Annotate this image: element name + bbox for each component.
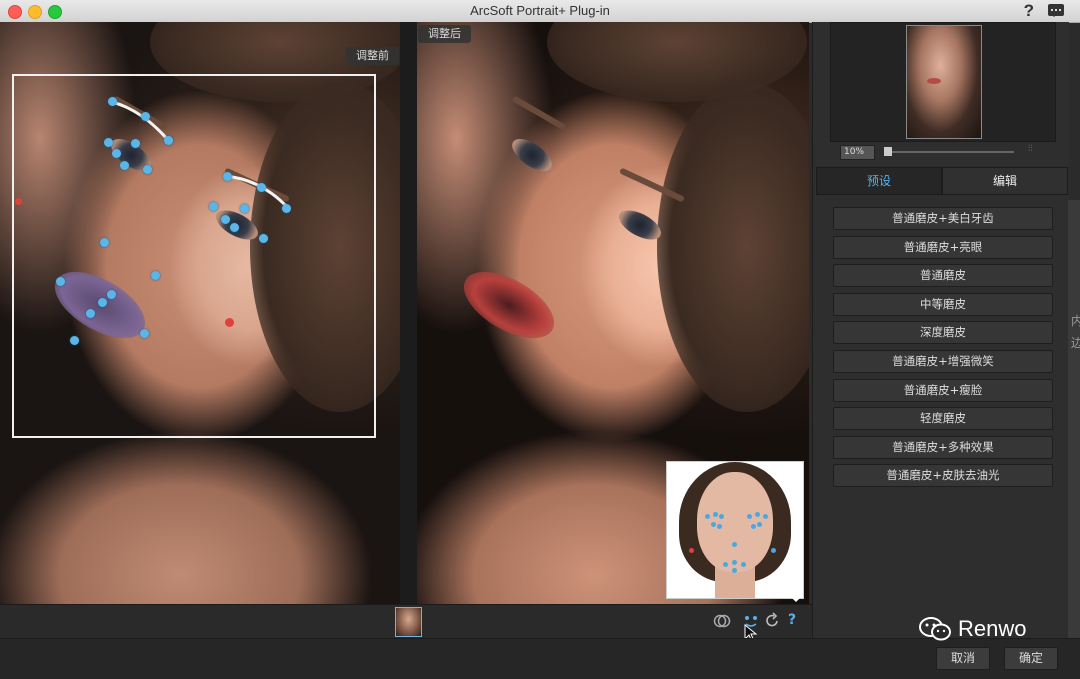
help-button[interactable]: ? [788, 612, 796, 628]
split-divider[interactable] [400, 22, 417, 604]
landmark-point[interactable] [164, 136, 173, 145]
preset-item[interactable]: 普通磨皮+亮眼 [833, 235, 1053, 259]
ok-button[interactable]: 确定 [1004, 647, 1058, 670]
zoom-slider-handle[interactable] [884, 147, 892, 156]
brow-curves [111, 100, 290, 210]
preset-item[interactable]: 普通磨皮+多种效果 [833, 435, 1053, 459]
preset-item[interactable]: 深度磨皮 [833, 321, 1053, 345]
landmark-point[interactable] [140, 329, 149, 338]
landmark-point[interactable] [209, 202, 218, 211]
preset-item[interactable]: 普通磨皮+皮肤去油光 [833, 464, 1053, 488]
title-bar: ArcSoft Portrait+ Plug-in ? [0, 0, 1080, 23]
navigator-thumbnail[interactable] [906, 25, 982, 139]
preset-item[interactable]: 普通磨皮+美白牙齿 [833, 207, 1053, 230]
filmstrip-thumbnail[interactable] [395, 607, 422, 637]
feedback-icon[interactable] [1048, 4, 1064, 17]
compare-toggle-icon[interactable] [713, 612, 731, 634]
wechat-logo-icon [919, 617, 951, 641]
before-preview[interactable]: 调整前 [0, 22, 400, 604]
tab-edit[interactable]: 编辑 [942, 167, 1068, 195]
landmark-marker-red[interactable] [225, 318, 234, 327]
zoom-slider[interactable] [886, 151, 1014, 153]
landmark-point[interactable] [143, 165, 152, 174]
landmark-point[interactable] [230, 223, 239, 232]
preset-item[interactable]: 普通磨皮+瘦脸 [833, 378, 1053, 402]
landmark-point[interactable] [98, 298, 107, 307]
landmark-point[interactable] [70, 336, 79, 345]
landmark-point[interactable] [120, 161, 129, 170]
reset-icon[interactable] [765, 612, 781, 634]
panel-tabs: 预设 编辑 [816, 167, 1068, 195]
landmark-point[interactable] [257, 183, 266, 192]
face-guide-thumbnail [666, 461, 804, 599]
zoom-fit-icon[interactable]: ⫶⫶ [1028, 144, 1033, 154]
landmark-point[interactable] [107, 290, 116, 299]
preset-list: 普通磨皮+美白牙齿 普通磨皮+亮眼 普通磨皮 中等磨皮 深度磨皮 普通磨皮+增强… [833, 207, 1053, 493]
landmark-point[interactable] [100, 238, 109, 247]
preset-item[interactable]: 轻度磨皮 [833, 407, 1053, 431]
landmark-point[interactable] [131, 139, 140, 148]
landmark-point[interactable] [221, 215, 230, 224]
landmark-point[interactable] [112, 149, 121, 158]
preset-item[interactable]: 中等磨皮 [833, 292, 1053, 316]
landmark-point[interactable] [240, 204, 249, 213]
landmark-point[interactable] [56, 277, 65, 286]
landmark-point[interactable] [141, 112, 150, 121]
landmark-point[interactable] [104, 138, 113, 147]
after-label: 调整后 [418, 25, 471, 43]
landmark-point[interactable] [282, 204, 291, 213]
cancel-button[interactable]: 取消 [936, 647, 990, 670]
landmark-point[interactable] [223, 172, 232, 181]
background-window-edge: 内 边 [1068, 200, 1080, 640]
landmark-point[interactable] [86, 309, 95, 318]
landmark-point[interactable] [151, 271, 160, 280]
window-title: ArcSoft Portrait+ Plug-in [470, 3, 610, 18]
landmark-marker-red[interactable] [15, 198, 22, 205]
help-icon[interactable]: ? [1024, 1, 1034, 21]
tab-presets[interactable]: 预设 [816, 167, 942, 195]
zoom-level-field[interactable]: 10% [840, 145, 875, 160]
landmark-point[interactable] [259, 234, 268, 243]
before-label: 调整前 [346, 47, 399, 65]
preset-item[interactable]: 普通磨皮 [833, 264, 1053, 288]
preset-item[interactable]: 普通磨皮+增强微笑 [833, 349, 1053, 373]
footer-bar [0, 638, 1080, 679]
landmark-point[interactable] [108, 97, 117, 106]
watermark-text: Renwo [958, 616, 1027, 641]
